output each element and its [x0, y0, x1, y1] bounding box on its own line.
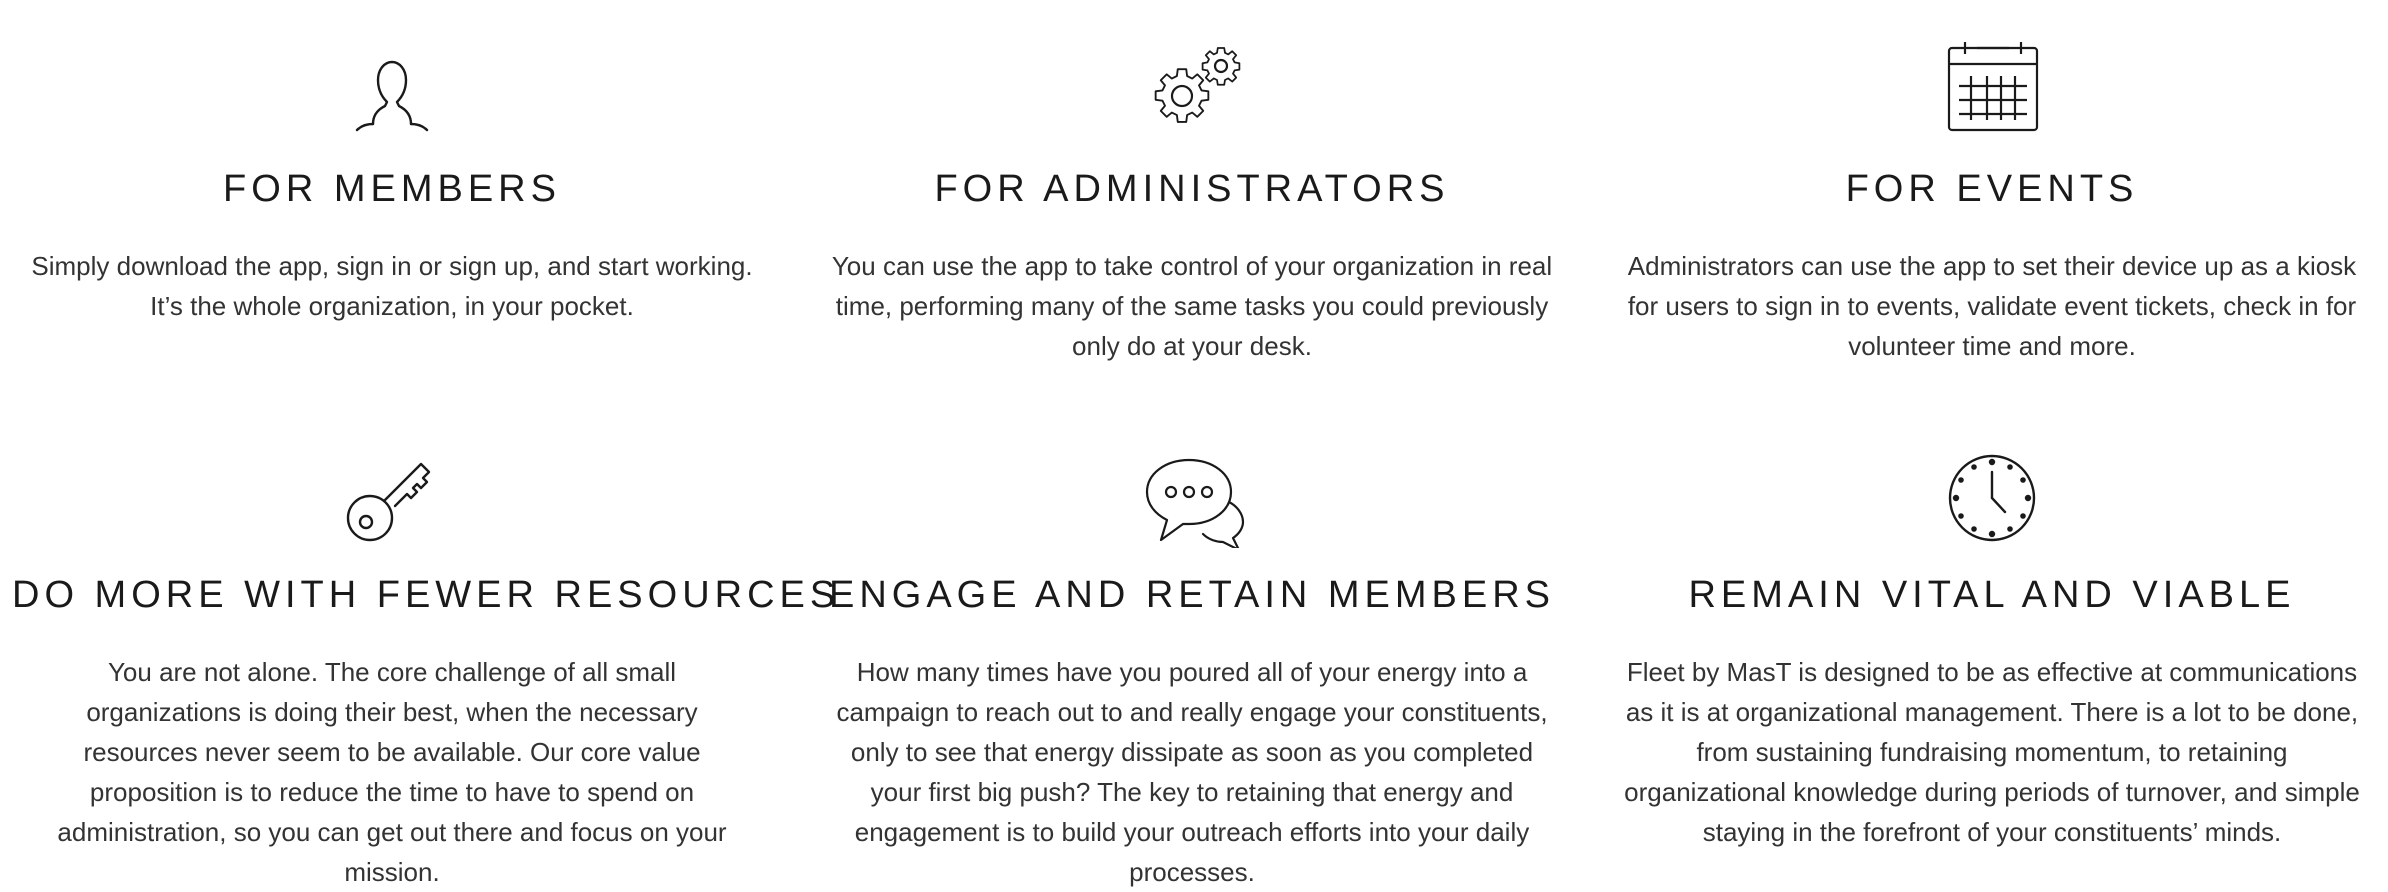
feature-description: How many times have you poured all of yo… [836, 657, 1548, 887]
clock-icon [1937, 448, 2047, 548]
feature-description: You are not alone. The core challenge of… [57, 657, 727, 887]
feature-for-events: FOR EVENTS Administrators can use the ap… [1612, 0, 2372, 380]
feature-description: Administrators can use the app to set th… [1627, 251, 2357, 361]
feature-description: Simply download the app, sign in or sign… [31, 251, 753, 321]
calendar-icon [1937, 38, 2047, 138]
chat-bubbles-icon [1137, 448, 1247, 548]
feature-engage-and-retain-members: ENGAGE AND RETAIN MEMBERS How many times… [812, 420, 1572, 892]
feature-for-administrators: FOR ADMINISTRATORS You can use the app t… [812, 0, 1572, 380]
feature-title: DO MORE WITH FEWER RESOURCES [12, 574, 841, 616]
feature-title: REMAIN VITAL AND VIABLE [1688, 574, 2296, 616]
feature-for-members: FOR MEMBERS Simply download the app, sig… [12, 0, 772, 380]
key-icon [337, 448, 447, 548]
feature-title: FOR ADMINISTRATORS [934, 168, 1450, 210]
gears-icon [1137, 38, 1247, 138]
feature-title: FOR MEMBERS [223, 168, 561, 210]
feature-description: You can use the app to take control of y… [831, 251, 1553, 361]
feature-title: ENGAGE AND RETAIN MEMBERS [828, 574, 1556, 616]
features-grid: FOR MEMBERS Simply download the app, sig… [0, 0, 2388, 892]
feature-description: Fleet by MasT is designed to be as effec… [1624, 657, 2360, 847]
person-icon [337, 38, 447, 138]
feature-remain-vital-and-viable: REMAIN VITAL AND VIABLE Fleet by MasT is… [1612, 420, 2372, 892]
feature-do-more-with-fewer-resources: DO MORE WITH FEWER RESOURCES You are not… [12, 420, 841, 892]
feature-title: FOR EVENTS [1845, 168, 2139, 210]
